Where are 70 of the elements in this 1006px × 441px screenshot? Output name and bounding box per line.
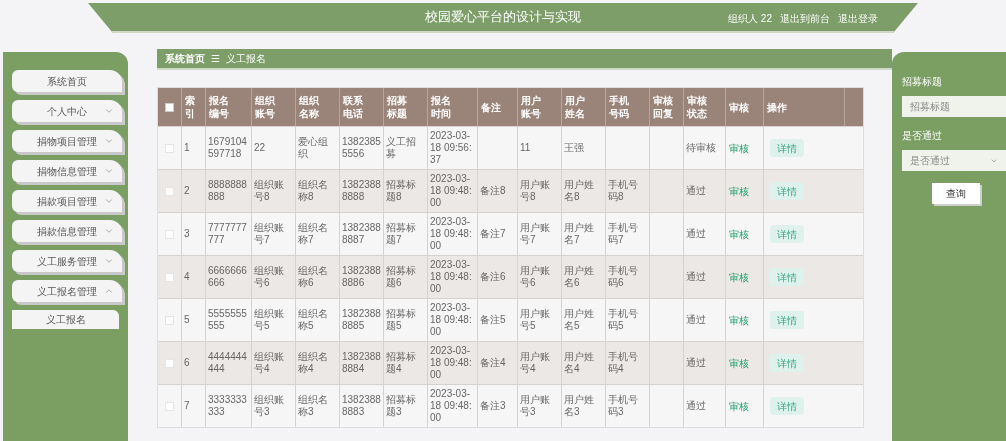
breadcrumb-separator: ☰ — [211, 52, 220, 66]
details-button[interactable]: 详情 — [770, 268, 804, 286]
column-header: 操作 — [767, 100, 787, 114]
column-header: 联系电话 — [343, 94, 364, 120]
column-header: 用户账号 — [521, 94, 542, 120]
sidebar-item[interactable]: 捐物信息管理 — [12, 160, 122, 182]
details-button[interactable]: 详情 — [770, 225, 804, 243]
row-checkbox[interactable] — [165, 272, 174, 282]
table-cell: 手机号码3 — [606, 385, 650, 427]
review-link[interactable]: 审核 — [729, 355, 749, 371]
breadcrumb-current: 义工报名 — [226, 52, 266, 66]
column-header: 手机号码 — [609, 94, 630, 120]
column-header: 备注 — [481, 100, 501, 114]
column-header: 组织账号 — [255, 94, 276, 120]
row-checkbox[interactable] — [165, 186, 174, 196]
review-link[interactable]: 审核 — [729, 269, 749, 285]
table-cell: 组织名称3 — [296, 385, 340, 427]
sidebar-subitem[interactable]: 义工报名 — [12, 310, 119, 329]
details-button[interactable]: 详情 — [770, 354, 804, 372]
sidebar-item[interactable]: 捐款信息管理 — [12, 220, 122, 242]
details-button[interactable]: 详情 — [770, 182, 804, 200]
sidebar-item[interactable]: 个人中心 — [12, 100, 122, 122]
query-button[interactable]: 查询 — [932, 183, 980, 204]
table-cell: 7 — [182, 385, 206, 427]
search-field[interactable]: 招募标题 — [902, 96, 1006, 117]
table-cell: 用户账号3 — [518, 385, 562, 427]
row-checkbox[interactable] — [165, 315, 174, 325]
sidebar-item[interactable]: 义工服务管理 — [12, 250, 122, 272]
table-cell: 3333333333 — [206, 385, 252, 427]
column-header: 审核 — [729, 100, 749, 114]
row-checkbox[interactable] — [165, 143, 174, 153]
table-cell: 招募标题3 — [384, 385, 428, 427]
field-label: 是否通过 — [902, 129, 943, 143]
sidebar-item[interactable]: 系统首页 — [12, 70, 122, 92]
table-cell: 2023-03-18 09:48:00 — [428, 385, 478, 427]
breadcrumb-link[interactable]: 系统首页 — [165, 51, 205, 66]
app-title: 校园爱心平台的设计与实现 — [425, 8, 581, 27]
column-header: 审核回复 — [653, 94, 674, 120]
review-link[interactable]: 审核 — [729, 312, 749, 328]
select-all-checkbox[interactable] — [165, 102, 174, 112]
table-cell: 备注3 — [478, 385, 518, 427]
table-cell: 用户姓名3 — [562, 385, 606, 427]
header-link[interactable]: 退出登录 — [838, 11, 878, 26]
table-cell: 13823888883 — [340, 385, 384, 427]
review-link[interactable]: 审核 — [729, 226, 749, 242]
column-header: 索引 — [185, 94, 196, 120]
column-header: 用户姓名 — [565, 94, 586, 120]
review-link[interactable]: 审核 — [729, 140, 749, 156]
sidebar-item[interactable]: 义工报名管理 — [12, 280, 122, 302]
column-header: 组织名称 — [299, 94, 320, 120]
table-cell: 组织账号3 — [252, 385, 296, 427]
select-field[interactable]: 是否通过 — [902, 150, 1006, 171]
column-header: 报名时间 — [431, 94, 452, 120]
column-header: 审核状态 — [687, 94, 708, 120]
review-link[interactable]: 审核 — [729, 398, 749, 414]
row-checkbox[interactable] — [165, 401, 174, 411]
table-cell: 通过 — [684, 385, 726, 427]
details-button[interactable]: 详情 — [770, 139, 804, 157]
header-link[interactable]: 退出到前台 — [780, 11, 830, 26]
user-label: 组织人 22 — [728, 12, 772, 26]
column-header: 报名编号 — [209, 94, 230, 120]
row-checkbox[interactable] — [165, 358, 174, 368]
details-button[interactable]: 详情 — [770, 311, 804, 329]
review-link[interactable]: 审核 — [729, 183, 749, 199]
details-button[interactable]: 详情 — [770, 397, 804, 415]
column-header: 招募标题 — [387, 94, 408, 120]
row-checkbox[interactable] — [165, 229, 174, 239]
sidebar-item[interactable]: 捐款项目管理 — [12, 190, 122, 212]
field-label: 招募标题 — [902, 75, 943, 89]
sidebar-item[interactable]: 捐物项目管理 — [12, 130, 122, 152]
